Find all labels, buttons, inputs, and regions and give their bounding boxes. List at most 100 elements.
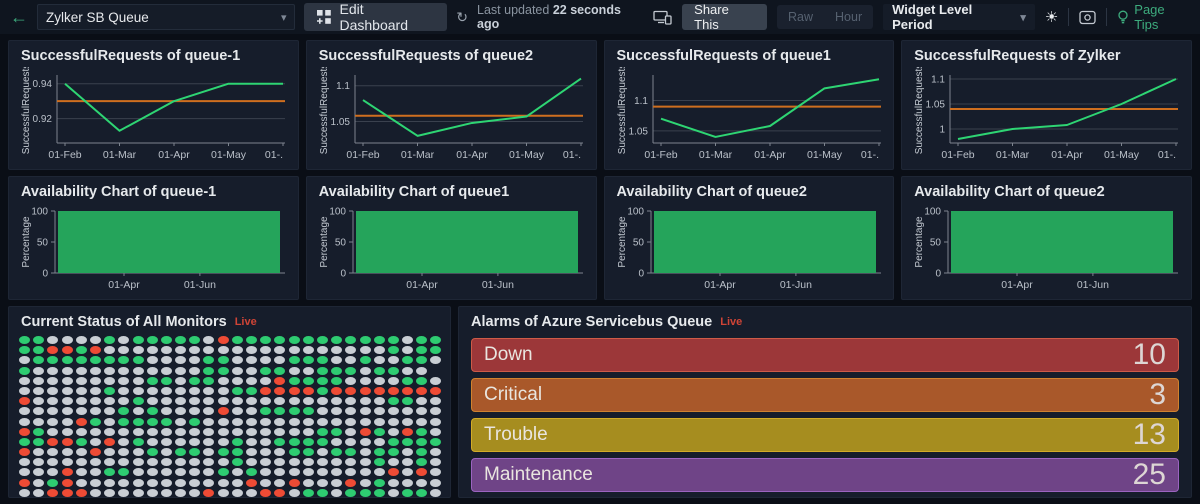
status-dot-up[interactable] (260, 336, 272, 344)
status-dot-no-data[interactable] (260, 376, 272, 385)
status-dot-no-data[interactable] (217, 386, 229, 395)
status-dot-down[interactable] (61, 488, 73, 497)
status-dot-no-data[interactable] (160, 427, 172, 436)
status-dot-no-data[interactable] (118, 448, 130, 457)
status-dot-no-data[interactable] (246, 407, 257, 416)
status-dot-up[interactable] (217, 468, 229, 477)
status-dot-no-data[interactable] (359, 458, 371, 467)
status-dot-no-data[interactable] (430, 356, 442, 365)
status-dot-no-data[interactable] (231, 488, 243, 497)
status-dot-up[interactable] (430, 346, 442, 355)
status-dot-up[interactable] (387, 448, 399, 457)
status-dot-no-data[interactable] (175, 488, 187, 497)
status-dot-up[interactable] (104, 336, 116, 344)
status-dot-up[interactable] (132, 417, 144, 426)
status-dot-down[interactable] (75, 488, 87, 497)
status-dot-no-data[interactable] (231, 376, 243, 385)
status-dot-up[interactable] (231, 386, 243, 395)
status-dot-up[interactable] (246, 468, 257, 477)
edit-dashboard-button[interactable]: Edit Dashboard (304, 1, 448, 33)
status-dot-no-data[interactable] (175, 437, 187, 446)
status-dot-no-data[interactable] (217, 427, 229, 436)
status-dot-no-data[interactable] (160, 366, 172, 375)
status-dot-no-data[interactable] (61, 448, 73, 457)
status-dot-no-data[interactable] (217, 437, 229, 446)
status-dot-no-data[interactable] (118, 397, 130, 406)
status-dot-down[interactable] (246, 478, 257, 487)
status-dot-down[interactable] (61, 346, 73, 355)
status-dot-no-data[interactable] (75, 478, 87, 487)
status-dot-up[interactable] (231, 458, 243, 467)
status-dot-no-data[interactable] (75, 427, 87, 436)
status-dot-up[interactable] (331, 336, 343, 344)
status-dot-no-data[interactable] (33, 397, 45, 406)
status-dot-no-data[interactable] (260, 448, 272, 457)
status-dot-no-data[interactable] (345, 437, 357, 446)
status-dot-up[interactable] (33, 427, 45, 436)
status-dot-down[interactable] (19, 478, 30, 487)
status-dot-down[interactable] (19, 448, 30, 457)
status-dot-no-data[interactable] (61, 336, 73, 344)
status-dot-no-data[interactable] (331, 356, 343, 365)
status-dot-no-data[interactable] (231, 397, 243, 406)
status-dot-no-data[interactable] (231, 427, 243, 436)
status-dot-no-data[interactable] (33, 478, 45, 487)
status-dot-up[interactable] (288, 437, 300, 446)
status-dot-no-data[interactable] (89, 437, 101, 446)
status-dot-no-data[interactable] (104, 376, 116, 385)
status-dot-no-data[interactable] (231, 478, 243, 487)
status-dot-no-data[interactable] (345, 397, 357, 406)
status-dot-no-data[interactable] (430, 478, 442, 487)
status-dot-no-data[interactable] (146, 427, 158, 436)
status-dot-no-data[interactable] (132, 427, 144, 436)
status-dot-no-data[interactable] (61, 407, 73, 416)
status-dot-no-data[interactable] (203, 407, 215, 416)
status-dot-no-data[interactable] (189, 346, 201, 355)
status-dot-no-data[interactable] (160, 478, 172, 487)
status-dot-no-data[interactable] (160, 488, 172, 497)
status-dot-no-data[interactable] (302, 417, 314, 426)
status-dot-no-data[interactable] (246, 458, 257, 467)
status-dot-no-data[interactable] (47, 407, 59, 416)
status-dot-no-data[interactable] (316, 417, 328, 426)
status-dot-no-data[interactable] (175, 397, 187, 406)
status-dot-no-data[interactable] (146, 397, 158, 406)
status-dot-no-data[interactable] (19, 376, 30, 385)
status-dot-no-data[interactable] (203, 336, 215, 344)
status-dot-down[interactable] (104, 437, 116, 446)
status-dot-up[interactable] (373, 366, 385, 375)
status-dot-no-data[interactable] (33, 376, 45, 385)
status-dot-no-data[interactable] (274, 397, 286, 406)
status-dot-no-data[interactable] (246, 417, 257, 426)
status-dot-up[interactable] (302, 356, 314, 365)
status-dot-up[interactable] (246, 336, 257, 344)
status-dot-no-data[interactable] (175, 417, 187, 426)
status-dot-up[interactable] (217, 366, 229, 375)
status-dot-up[interactable] (316, 356, 328, 365)
status-dot-no-data[interactable] (359, 346, 371, 355)
status-dot-no-data[interactable] (118, 386, 130, 395)
status-dot-down[interactable] (203, 488, 215, 497)
status-dot-no-data[interactable] (89, 397, 101, 406)
status-dot-up[interactable] (118, 356, 130, 365)
status-dot-no-data[interactable] (47, 417, 59, 426)
status-dot-down[interactable] (402, 427, 414, 436)
status-dot-no-data[interactable] (246, 376, 257, 385)
status-dot-no-data[interactable] (89, 488, 101, 497)
status-dot-no-data[interactable] (302, 346, 314, 355)
status-dot-no-data[interactable] (75, 397, 87, 406)
status-dot-no-data[interactable] (331, 458, 343, 467)
status-dot-no-data[interactable] (160, 468, 172, 477)
camera-icon[interactable] (1079, 10, 1096, 25)
status-dot-no-data[interactable] (260, 346, 272, 355)
status-dot-no-data[interactable] (146, 366, 158, 375)
status-dot-no-data[interactable] (260, 427, 272, 436)
status-dot-up[interactable] (132, 336, 144, 344)
status-dot-no-data[interactable] (203, 417, 215, 426)
status-dot-up[interactable] (430, 437, 442, 446)
status-dot-no-data[interactable] (246, 397, 257, 406)
status-dot-no-data[interactable] (260, 478, 272, 487)
status-dot-no-data[interactable] (175, 366, 187, 375)
status-dot-up[interactable] (274, 407, 286, 416)
status-dot-up[interactable] (118, 468, 130, 477)
